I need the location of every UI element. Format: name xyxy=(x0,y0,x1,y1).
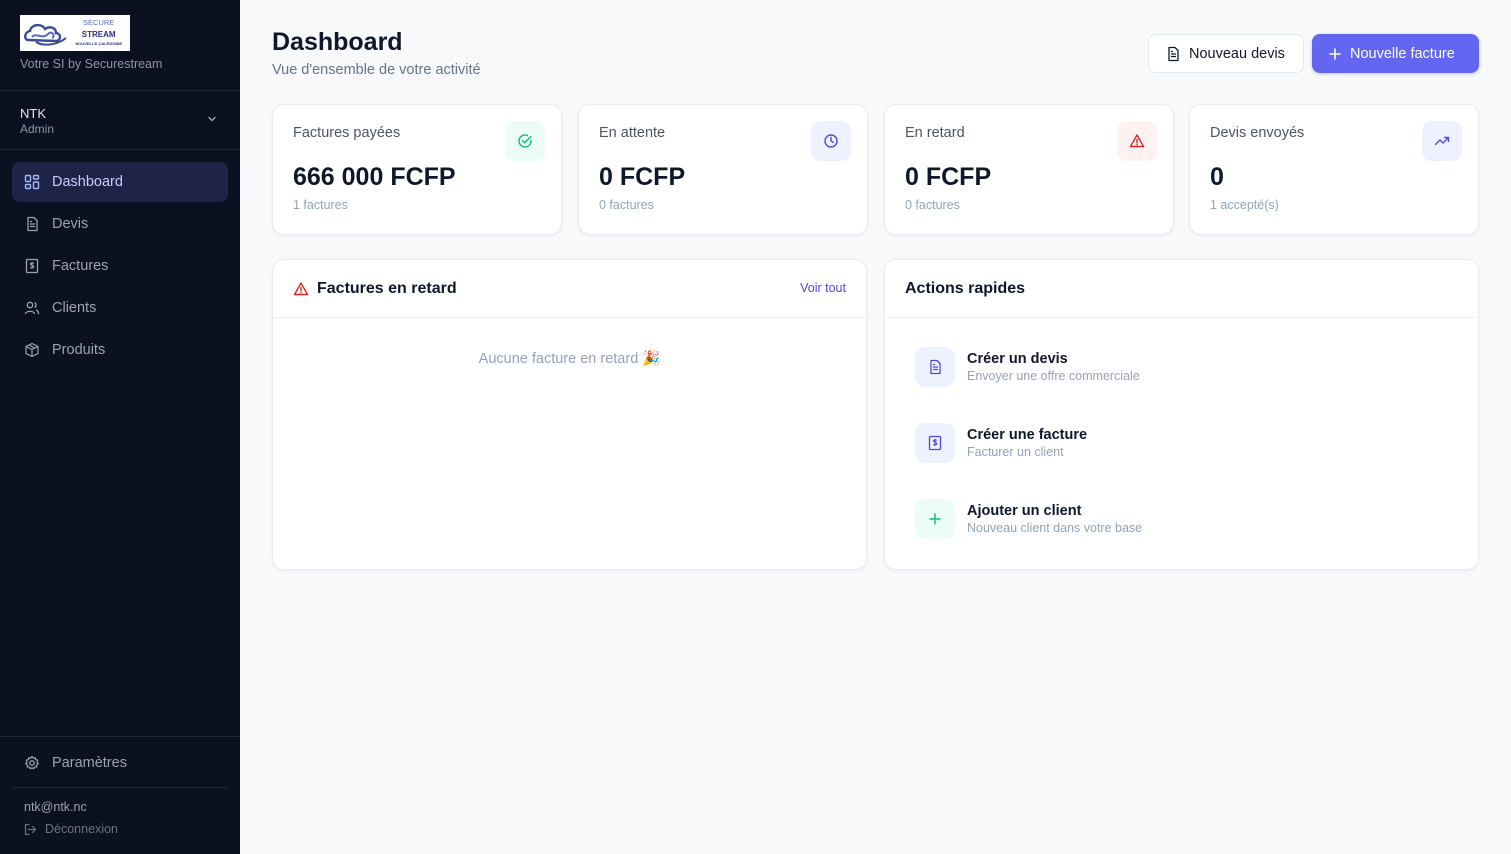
stat-sub: 0 factures xyxy=(599,198,654,212)
stat-value: 0 FCFP xyxy=(599,163,686,191)
trending-up-icon xyxy=(1434,136,1450,146)
invoice-icon xyxy=(25,258,39,274)
see-all-link[interactable]: Voir tout xyxy=(800,281,846,295)
org-role: Admin xyxy=(20,122,55,136)
overdue-panel: Factures en retard Voir tout Aucune fact… xyxy=(272,259,867,570)
logo[interactable]: SECURE STREAM NOUVELLE-CALEDONIE xyxy=(20,15,130,51)
stat-value: 666 000 FCFP xyxy=(293,163,456,191)
action-text: Créer un devis Envoyer une offre commerc… xyxy=(967,351,1140,383)
sidebar-item-dashboard[interactable]: Dashboard xyxy=(12,162,228,202)
document-icon xyxy=(1168,46,1179,61)
stat-label: Factures payées xyxy=(293,125,401,141)
action-icon-box xyxy=(915,423,955,463)
package-icon xyxy=(25,342,39,358)
empty-state: Aucune facture en retard 🎉 xyxy=(478,351,661,367)
logout-icon xyxy=(24,823,37,835)
logo-text-line: NOUVELLE-CALEDONIE xyxy=(75,41,122,46)
stat-sub: 1 accepté(s) xyxy=(1210,198,1279,212)
logo-text: SECURE STREAM NOUVELLE-CALEDONIE xyxy=(75,17,122,47)
document-icon xyxy=(930,359,941,375)
stat-card-overdue: En retard 0 FCFP 0 factures xyxy=(884,104,1174,235)
settings-label: Paramètres xyxy=(52,755,127,771)
sidebar-item-label: Clients xyxy=(52,300,97,316)
panel-title: Actions rapides xyxy=(905,279,1026,297)
warning-icon xyxy=(1129,134,1145,148)
action-text: Ajouter un client Nouveau client dans vo… xyxy=(967,503,1142,535)
stat-icon-box xyxy=(1422,121,1462,161)
sidebar-item-devis[interactable]: Devis xyxy=(12,204,228,244)
invoice-icon xyxy=(928,435,942,451)
sidebar-item-label: Devis xyxy=(52,216,89,232)
action-text: Créer une facture Facturer un client xyxy=(967,427,1087,459)
action-icon-box xyxy=(915,347,955,387)
stat-label: Devis envoyés xyxy=(1210,125,1305,141)
action-subtitle: Nouveau client dans votre base xyxy=(967,521,1143,535)
users-icon xyxy=(24,301,40,315)
action-icon-box xyxy=(915,499,955,539)
stat-sub: 1 factures xyxy=(293,198,348,212)
logout-button[interactable]: Déconnexion xyxy=(24,822,216,836)
sidebar-item-label: Produits xyxy=(52,342,106,358)
logo-text-line: STREAM xyxy=(81,30,116,39)
create-quote-action[interactable]: Créer un devis Envoyer une offre commerc… xyxy=(915,347,1140,387)
sidebar-item-factures[interactable]: Factures xyxy=(12,246,228,286)
action-title: Créer une facture xyxy=(967,427,1088,443)
plus-icon xyxy=(1329,47,1341,60)
panel-header: Factures en retard Voir tout xyxy=(273,260,866,318)
org-name: NTK xyxy=(20,106,46,121)
page-subtitle: Vue d'ensemble de votre activité xyxy=(272,62,481,78)
plus-icon xyxy=(929,513,941,525)
stat-icon-box xyxy=(811,121,851,161)
clock-icon xyxy=(824,134,838,148)
sidebar-item-settings[interactable]: Paramètres xyxy=(0,736,240,787)
action-title: Ajouter un client xyxy=(967,503,1082,519)
add-client-action[interactable]: Ajouter un client Nouveau client dans vo… xyxy=(915,499,1142,539)
warning-icon xyxy=(293,281,309,295)
action-subtitle: Facturer un client xyxy=(967,445,1064,459)
stat-sub: 0 factures xyxy=(905,198,960,212)
stat-card-pending: En attente 0 FCFP 0 factures xyxy=(578,104,868,235)
logo-text-line: SECURE xyxy=(83,18,115,27)
sidebar-item-clients[interactable]: Clients xyxy=(12,288,228,328)
check-circle-icon xyxy=(518,134,532,148)
sidebar-item-label: Dashboard xyxy=(52,174,123,190)
stat-label: En retard xyxy=(905,125,965,141)
new-quote-button[interactable]: Nouveau devis xyxy=(1148,34,1304,73)
stat-value: 0 FCFP xyxy=(905,163,992,191)
sidebar-item-produits[interactable]: Produits xyxy=(12,330,228,370)
stat-value: 0 xyxy=(1210,163,1224,191)
dashboard-icon xyxy=(24,174,40,190)
user-block: ntk@ntk.nc Déconnexion xyxy=(12,787,228,854)
chevron-down-icon xyxy=(208,116,216,122)
stat-icon-box xyxy=(505,121,545,161)
new-invoice-button[interactable]: Nouvelle facture xyxy=(1312,34,1479,73)
sidebar: SECURE STREAM NOUVELLE-CALEDONIE Votre S… xyxy=(0,0,240,854)
document-icon xyxy=(27,216,38,232)
sidebar-bottom: Paramètres ntk@ntk.nc Déconnexion xyxy=(0,736,240,854)
panel-title: Factures en retard xyxy=(317,279,457,297)
cloud-logo-icon xyxy=(24,23,67,46)
stat-card-quotes: Devis envoyés 0 1 accepté(s) xyxy=(1189,104,1479,235)
stat-card-paid: Factures payées 666 000 FCFP 1 factures xyxy=(272,104,562,235)
sidebar-item-label: Factures xyxy=(52,258,109,274)
action-subtitle: Envoyer une offre commerciale xyxy=(967,369,1140,383)
org-switcher[interactable]: NTK Admin xyxy=(0,91,240,150)
stat-icon-box xyxy=(1117,121,1157,161)
new-quote-label: Nouveau devis xyxy=(1189,45,1285,62)
stat-label: En attente xyxy=(599,125,666,141)
panel-header: Actions rapides xyxy=(885,260,1478,318)
new-invoice-label: Nouvelle facture xyxy=(1350,45,1455,62)
logout-label: Déconnexion xyxy=(45,822,118,836)
main-content: Dashboard Vue d'ensemble de votre activi… xyxy=(240,0,1511,854)
page-title: Dashboard xyxy=(272,28,403,56)
brand-subtitle: Votre SI by Securestream xyxy=(20,57,163,71)
create-invoice-action[interactable]: Créer une facture Facturer un client xyxy=(915,423,1087,463)
quick-actions-panel: Actions rapides Créer un devis Envoyer u… xyxy=(884,259,1479,570)
user-email: ntk@ntk.nc xyxy=(24,800,87,814)
action-title: Créer un devis xyxy=(967,351,1068,367)
sidebar-nav: Dashboard Devis Factures Clients Produit… xyxy=(0,150,240,384)
brand: SECURE STREAM NOUVELLE-CALEDONIE Votre S… xyxy=(0,0,240,91)
gear-icon xyxy=(25,755,39,770)
